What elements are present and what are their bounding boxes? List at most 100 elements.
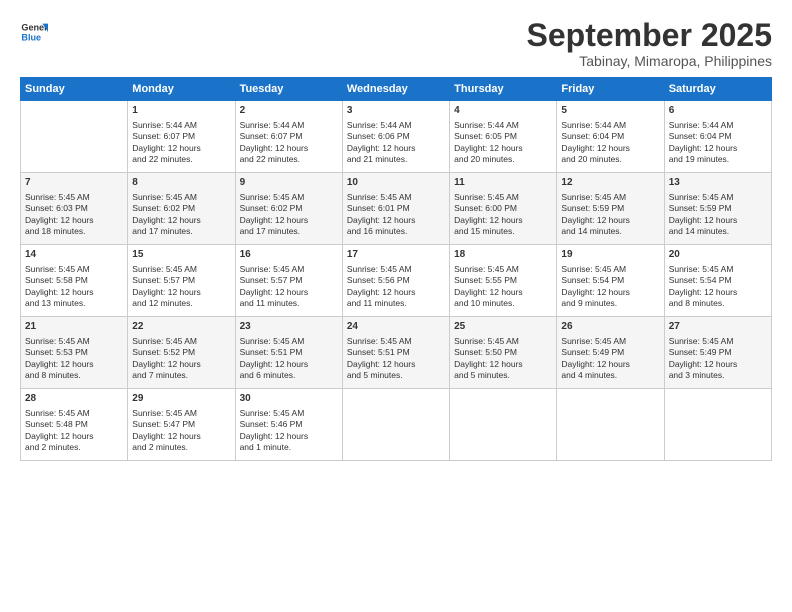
day-content: Sunrise: 5:45 AM Sunset: 5:49 PM Dayligh…	[561, 336, 659, 382]
day-number: 13	[669, 176, 767, 190]
day-content: Sunrise: 5:45 AM Sunset: 5:55 PM Dayligh…	[454, 264, 552, 310]
day-content: Sunrise: 5:45 AM Sunset: 5:52 PM Dayligh…	[132, 336, 230, 382]
calendar-cell-12: 12 Sunrise: 5:45 AM Sunset: 5:59 PM Dayli…	[557, 173, 664, 245]
day-content: Sunrise: 5:45 AM Sunset: 5:53 PM Dayligh…	[25, 336, 123, 382]
day-number: 27	[669, 320, 767, 334]
day-number: 18	[454, 248, 552, 262]
day-number: 29	[132, 392, 230, 406]
day-content: Sunrise: 5:45 AM Sunset: 6:00 PM Dayligh…	[454, 192, 552, 238]
day-number: 6	[669, 104, 767, 118]
day-number: 26	[561, 320, 659, 334]
calendar-cell-empty	[450, 389, 557, 461]
day-number: 16	[240, 248, 338, 262]
calendar-cell-14: 14Sunrise: 5:45 AM Sunset: 5:58 PM Dayli…	[21, 245, 128, 317]
day-content: Sunrise: 5:45 AM Sunset: 5:54 PM Dayligh…	[561, 264, 659, 310]
calendar-cell-5: 5 Sunrise: 5:44 AM Sunset: 6:04 PM Daylig…	[557, 101, 664, 173]
day-number: 23	[240, 320, 338, 334]
day-content: Sunrise: 5:45 AM Sunset: 5:59 PM Dayligh…	[561, 192, 659, 238]
calendar-cell-empty	[664, 389, 771, 461]
day-content: Sunrise: 5:45 AM Sunset: 5:51 PM Dayligh…	[240, 336, 338, 382]
calendar-cell-22: 22 Sunrise: 5:45 AM Sunset: 5:52 PM Dayli…	[128, 317, 235, 389]
day-content: Sunrise: 5:45 AM Sunset: 6:01 PM Dayligh…	[347, 192, 445, 238]
calendar-cell-7: 7Sunrise: 5:45 AM Sunset: 6:03 PM Daylig…	[21, 173, 128, 245]
calendar-cell-26: 26 Sunrise: 5:45 AM Sunset: 5:49 PM Dayli…	[557, 317, 664, 389]
subtitle: Tabinay, Mimaropa, Philippines	[527, 53, 772, 69]
day-number: 25	[454, 320, 552, 334]
day-content: Sunrise: 5:45 AM Sunset: 5:47 PM Dayligh…	[132, 408, 230, 454]
day-content: Sunrise: 5:45 AM Sunset: 5:59 PM Dayligh…	[669, 192, 767, 238]
day-number: 24	[347, 320, 445, 334]
col-header-sunday: Sunday	[21, 78, 128, 101]
col-header-saturday: Saturday	[664, 78, 771, 101]
calendar-cell-16: 16 Sunrise: 5:45 AM Sunset: 5:57 PM Dayli…	[235, 245, 342, 317]
calendar-cell-28: 28Sunrise: 5:45 AM Sunset: 5:48 PM Dayli…	[21, 389, 128, 461]
calendar-cell-1: 1Sunrise: 5:44 AM Sunset: 6:07 PM Daylig…	[128, 101, 235, 173]
calendar-cell-3: 3 Sunrise: 5:44 AM Sunset: 6:06 PM Daylig…	[342, 101, 449, 173]
calendar-cell-27: 27 Sunrise: 5:45 AM Sunset: 5:49 PM Dayli…	[664, 317, 771, 389]
day-content: Sunrise: 5:45 AM Sunset: 5:48 PM Dayligh…	[25, 408, 123, 454]
calendar-cell-30: 30Sunrise: 5:45 AM Sunset: 5:46 PM Dayli…	[235, 389, 342, 461]
day-number: 21	[25, 320, 123, 334]
calendar-cell-19: 19 Sunrise: 5:45 AM Sunset: 5:54 PM Dayli…	[557, 245, 664, 317]
day-number: 22	[132, 320, 230, 334]
day-content: Sunrise: 5:44 AM Sunset: 6:07 PM Dayligh…	[132, 120, 230, 166]
calendar-cell-15: 15Sunrise: 5:45 AM Sunset: 5:57 PM Dayli…	[128, 245, 235, 317]
calendar-cell-18: 18 Sunrise: 5:45 AM Sunset: 5:55 PM Dayli…	[450, 245, 557, 317]
logo: General Blue	[20, 18, 48, 46]
calendar-cell-8: 8 Sunrise: 5:45 AM Sunset: 6:02 PM Daylig…	[128, 173, 235, 245]
calendar-cell-6: 6 Sunrise: 5:44 AM Sunset: 6:04 PM Daylig…	[664, 101, 771, 173]
calendar-cell-20: 20Sunrise: 5:45 AM Sunset: 5:54 PM Dayli…	[664, 245, 771, 317]
calendar-cell-23: 23 Sunrise: 5:45 AM Sunset: 5:51 PM Dayli…	[235, 317, 342, 389]
day-content: Sunrise: 5:45 AM Sunset: 5:51 PM Dayligh…	[347, 336, 445, 382]
day-content: Sunrise: 5:45 AM Sunset: 5:56 PM Dayligh…	[347, 264, 445, 310]
calendar-cell-2: 2Sunrise: 5:44 AM Sunset: 6:07 PM Daylig…	[235, 101, 342, 173]
day-content: Sunrise: 5:45 AM Sunset: 6:02 PM Dayligh…	[240, 192, 338, 238]
day-content: Sunrise: 5:45 AM Sunset: 5:49 PM Dayligh…	[669, 336, 767, 382]
col-header-monday: Monday	[128, 78, 235, 101]
day-content: Sunrise: 5:44 AM Sunset: 6:06 PM Dayligh…	[347, 120, 445, 166]
day-content: Sunrise: 5:45 AM Sunset: 5:58 PM Dayligh…	[25, 264, 123, 310]
day-number: 15	[132, 248, 230, 262]
calendar-cell-11: 11 Sunrise: 5:45 AM Sunset: 6:00 PM Dayli…	[450, 173, 557, 245]
day-number: 3	[347, 104, 445, 118]
calendar-cell-empty	[342, 389, 449, 461]
day-number: 17	[347, 248, 445, 262]
day-number: 11	[454, 176, 552, 190]
day-number: 20	[669, 248, 767, 262]
calendar-cell-17: 17 Sunrise: 5:45 AM Sunset: 5:56 PM Dayli…	[342, 245, 449, 317]
day-content: Sunrise: 5:45 AM Sunset: 5:50 PM Dayligh…	[454, 336, 552, 382]
header: General Blue September 2025 Tabinay, Mim…	[20, 18, 772, 69]
col-header-wednesday: Wednesday	[342, 78, 449, 101]
calendar-cell-empty	[557, 389, 664, 461]
day-number: 12	[561, 176, 659, 190]
day-number: 2	[240, 104, 338, 118]
calendar-cell-24: 24 Sunrise: 5:45 AM Sunset: 5:51 PM Dayli…	[342, 317, 449, 389]
day-number: 5	[561, 104, 659, 118]
day-number: 8	[132, 176, 230, 190]
day-number: 10	[347, 176, 445, 190]
col-header-thursday: Thursday	[450, 78, 557, 101]
day-content: Sunrise: 5:44 AM Sunset: 6:04 PM Dayligh…	[561, 120, 659, 166]
col-header-friday: Friday	[557, 78, 664, 101]
day-content: Sunrise: 5:45 AM Sunset: 6:03 PM Dayligh…	[25, 192, 123, 238]
day-content: Sunrise: 5:45 AM Sunset: 6:02 PM Dayligh…	[132, 192, 230, 238]
col-header-tuesday: Tuesday	[235, 78, 342, 101]
day-number: 30	[240, 392, 338, 406]
day-number: 4	[454, 104, 552, 118]
day-content: Sunrise: 5:44 AM Sunset: 6:05 PM Dayligh…	[454, 120, 552, 166]
svg-text:Blue: Blue	[21, 32, 41, 42]
day-content: Sunrise: 5:44 AM Sunset: 6:04 PM Dayligh…	[669, 120, 767, 166]
main-title: September 2025	[527, 18, 772, 53]
day-content: Sunrise: 5:45 AM Sunset: 5:57 PM Dayligh…	[240, 264, 338, 310]
calendar-cell-13: 13 Sunrise: 5:45 AM Sunset: 5:59 PM Dayli…	[664, 173, 771, 245]
day-number: 19	[561, 248, 659, 262]
calendar-cell-10: 10 Sunrise: 5:45 AM Sunset: 6:01 PM Dayli…	[342, 173, 449, 245]
calendar-cell-21: 21 Sunrise: 5:45 AM Sunset: 5:53 PM Dayli…	[21, 317, 128, 389]
calendar-table: SundayMondayTuesdayWednesdayThursdayFrid…	[20, 77, 772, 461]
day-number: 9	[240, 176, 338, 190]
calendar-cell-29: 29 Sunrise: 5:45 AM Sunset: 5:47 PM Dayli…	[128, 389, 235, 461]
calendar-cell-empty	[21, 101, 128, 173]
calendar-cell-9: 9 Sunrise: 5:45 AM Sunset: 6:02 PM Daylig…	[235, 173, 342, 245]
title-block: September 2025 Tabinay, Mimaropa, Philip…	[527, 18, 772, 69]
calendar-cell-25: 25 Sunrise: 5:45 AM Sunset: 5:50 PM Dayli…	[450, 317, 557, 389]
